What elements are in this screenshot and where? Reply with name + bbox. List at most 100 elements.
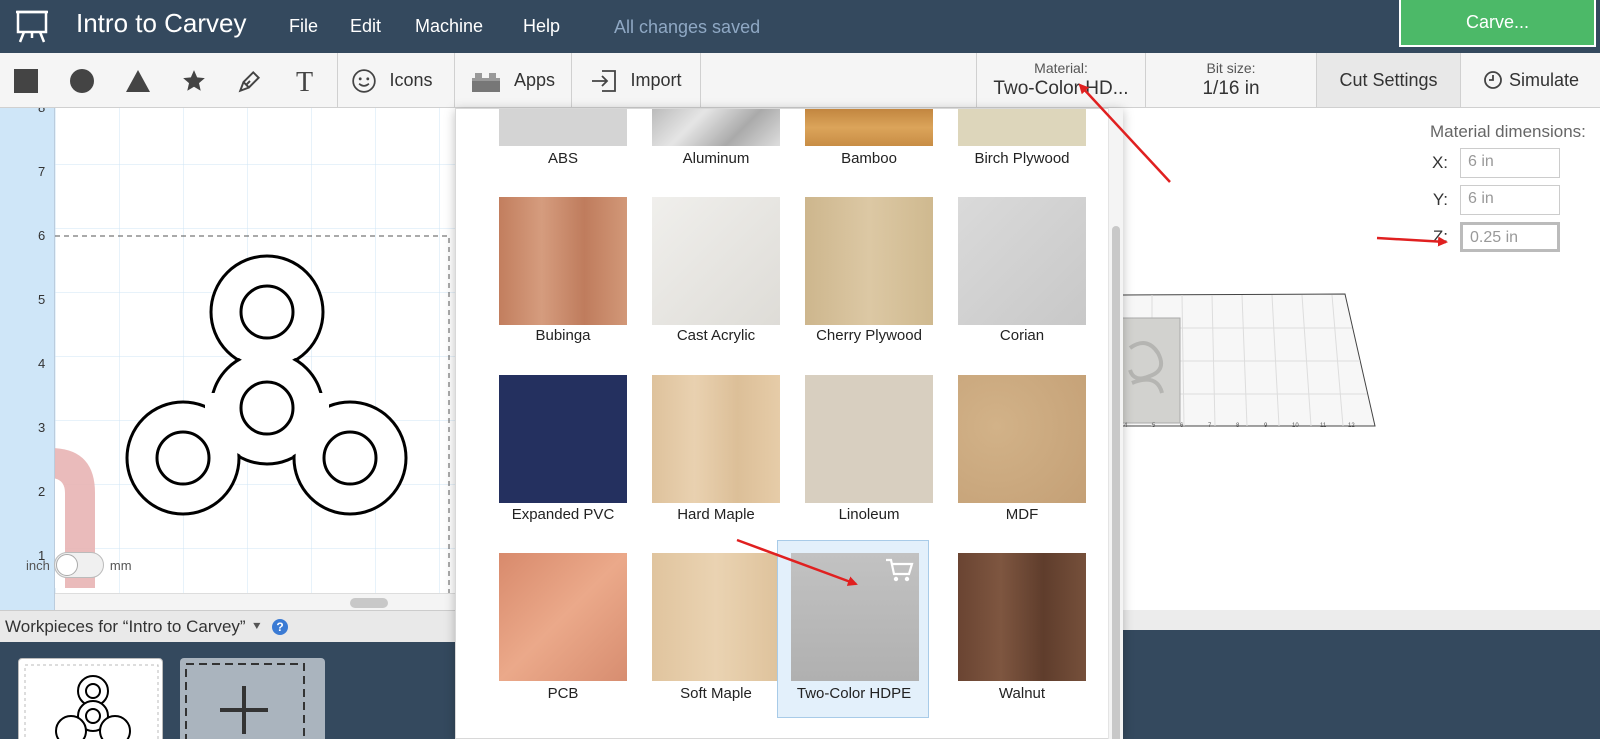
import-label: Import — [630, 70, 682, 90]
add-workpiece-button[interactable] — [180, 658, 325, 739]
material-option-expanded-pvc[interactable]: Expanded PVC — [487, 375, 639, 555]
text-tool[interactable]: T — [280, 53, 332, 108]
star-icon — [183, 69, 205, 91]
material-option-abs[interactable]: ABS — [487, 109, 639, 179]
x-label: X: — [1431, 153, 1448, 172]
design-grid — [55, 108, 455, 610]
material-swatch — [805, 375, 933, 503]
dimension-x-row: X: 6 in — [1400, 148, 1560, 178]
material-list-scrollbar[interactable] — [1108, 108, 1123, 739]
pen-tool[interactable] — [224, 53, 276, 108]
dimension-z-row: Z: 0.25 in — [1400, 222, 1560, 252]
material-option-linoleum[interactable]: Linoleum — [793, 375, 945, 555]
lego-brick-icon — [471, 72, 500, 92]
apps-label: Apps — [513, 70, 556, 90]
easel-logo-icon[interactable] — [14, 8, 50, 44]
preview-footer — [1122, 610, 1600, 630]
material-option-cast-acrylic[interactable]: Cast Acrylic — [640, 197, 792, 377]
icons-button[interactable]: Icons — [338, 53, 446, 108]
preview-canvas — [1121, 293, 1376, 427]
material-option-bubinga[interactable]: Bubinga — [487, 197, 639, 377]
y-label: Y: — [1432, 190, 1448, 209]
material-name: Expanded PVC — [511, 506, 615, 523]
material-option-aluminum[interactable]: Aluminum — [640, 109, 792, 179]
x-dimension-input[interactable]: 6 in — [1460, 148, 1560, 178]
material-picker-dropdown: ABS Aluminum Bamboo Birch Plywood Bubing… — [455, 108, 1123, 739]
material-name: Walnut — [998, 685, 1046, 702]
material-swatch — [958, 375, 1086, 503]
ruler-tick: 4 — [38, 356, 46, 371]
design-canvas[interactable]: 8 7 6 5 4 3 2 1 — [0, 108, 455, 610]
circle-tool[interactable] — [56, 53, 108, 108]
workpiece-thumbnail[interactable] — [18, 658, 163, 739]
horizontal-scrollbar[interactable] — [55, 593, 455, 610]
cut-settings-button[interactable]: Cut Settings — [1316, 53, 1461, 107]
material-option-cherry-plywood[interactable]: Cherry Plywood — [793, 197, 945, 377]
material-swatch — [652, 553, 780, 681]
ruler-tick: 7 — [38, 164, 46, 179]
import-button[interactable]: Import — [572, 53, 700, 108]
app-window: Intro to Carvey File Edit Machine Help A… — [0, 0, 1600, 739]
material-name: PCB — [547, 685, 579, 702]
material-option-hard-maple[interactable]: Hard Maple — [640, 375, 792, 555]
bit-size-value: 1/16 in — [1202, 78, 1260, 99]
material-option-walnut[interactable]: Walnut — [946, 553, 1098, 733]
material-option-bamboo[interactable]: Bamboo — [793, 109, 945, 179]
help-icon[interactable]: ? — [272, 618, 288, 635]
apps-button[interactable]: Apps — [455, 53, 570, 108]
carve-button[interactable]: Carve... — [1399, 0, 1596, 47]
workpieces-area — [0, 642, 455, 739]
y-dimension-input[interactable]: 6 in — [1460, 185, 1560, 215]
units-switch[interactable] — [53, 552, 104, 578]
material-dimensions-heading: Material dimensions: — [1430, 122, 1586, 141]
material-option-mdf[interactable]: MDF — [946, 375, 1098, 555]
material-selector[interactable]: Material: Two-Color HD... — [977, 53, 1145, 108]
z-dimension-input[interactable]: 0.25 in — [1460, 222, 1560, 252]
icons-label: Icons — [389, 70, 433, 90]
cart-icon[interactable] — [884, 557, 914, 583]
project-title[interactable]: Intro to Carvey — [76, 8, 247, 39]
pen-icon — [238, 70, 261, 92]
svg-text:T: T — [296, 68, 313, 94]
menu-file[interactable]: File — [289, 16, 318, 37]
material-swatch — [499, 197, 627, 325]
material-option-corian[interactable]: Corian — [946, 197, 1098, 377]
menu-machine[interactable]: Machine — [415, 16, 483, 37]
chevron-down-icon[interactable]: ⯆ — [252, 619, 262, 635]
material-name: Cast Acrylic — [676, 327, 756, 344]
material-option-two-color-hdpe[interactable]: Two-Color HDPE — [777, 540, 929, 718]
square-tool[interactable] — [0, 53, 52, 108]
simulate-label: Simulate — [1508, 69, 1580, 90]
material-value: Two-Color HD... — [993, 78, 1129, 99]
material-swatch — [499, 375, 627, 503]
triangle-tool[interactable] — [112, 53, 164, 108]
material-swatch — [805, 197, 933, 325]
workpieces-title: Workpieces for “Intro to Carvey” — [5, 616, 246, 636]
triangle-icon — [126, 69, 150, 92]
material-option-soft-maple[interactable]: Soft Maple — [640, 553, 792, 733]
material-swatch — [805, 109, 933, 146]
material-option-pcb[interactable]: PCB — [487, 553, 639, 733]
star-tool[interactable] — [168, 53, 220, 108]
simulate-button[interactable]: Simulate — [1462, 53, 1600, 107]
material-option-birch-plywood[interactable]: Birch Plywood — [946, 109, 1098, 179]
material-name: Bamboo — [841, 150, 897, 167]
dimension-y-row: Y: 6 in — [1400, 185, 1560, 215]
bit-size-selector[interactable]: Bit size: 1/16 in — [1146, 53, 1316, 108]
clock-icon — [1484, 71, 1502, 89]
material-name: Bubinga — [535, 327, 591, 344]
units-toggle[interactable]: inch mm — [26, 552, 132, 578]
material-name: Corian — [999, 327, 1045, 344]
ruler-tick: 5 — [38, 292, 46, 307]
material-swatch — [958, 553, 1086, 681]
plus-icon — [185, 663, 305, 739]
3d-preview[interactable]: 4 5 6 7 8 9 10 11 12 — [1121, 108, 1600, 610]
toolbar: T Icons Apps Import Material: Two-Color … — [0, 53, 1600, 108]
material-name: Soft Maple — [680, 685, 752, 702]
material-name: Linoleum — [838, 506, 900, 523]
material-name: Hard Maple — [677, 506, 755, 523]
material-swatch — [652, 375, 780, 503]
menu-help[interactable]: Help — [523, 16, 560, 37]
z-label: Z: — [1432, 227, 1448, 246]
menu-edit[interactable]: Edit — [350, 16, 381, 37]
